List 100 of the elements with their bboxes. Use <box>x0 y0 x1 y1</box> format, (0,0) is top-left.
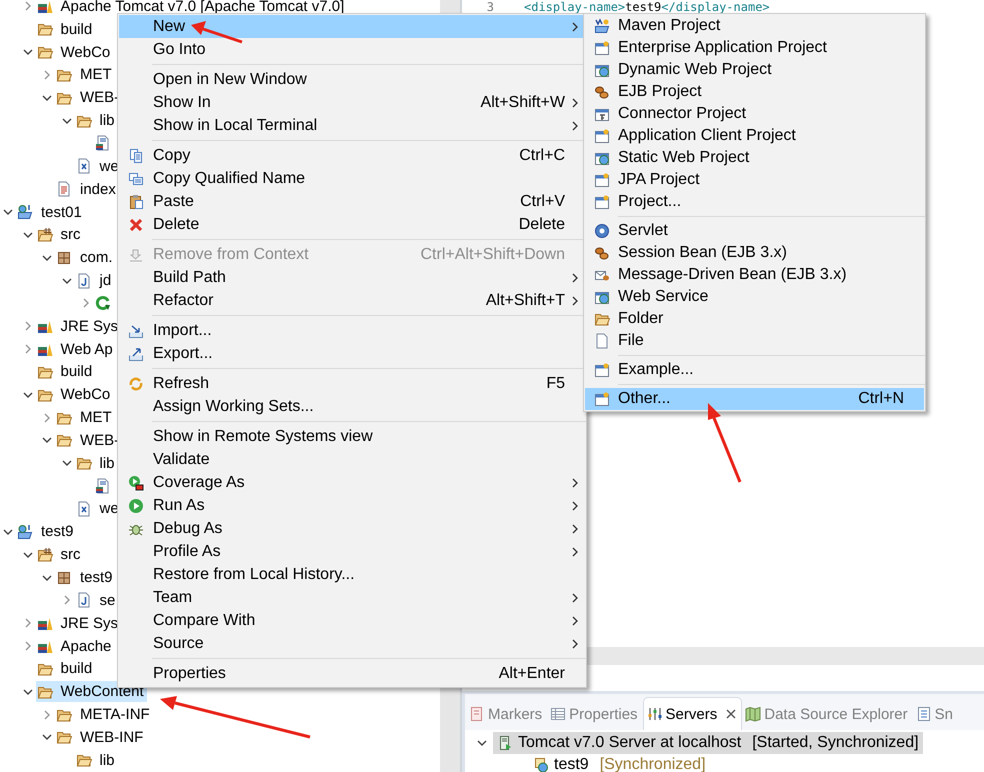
menu-item[interactable]: Other... Ctrl+N <box>585 388 924 410</box>
jar-file-icon <box>95 478 111 494</box>
tree-item[interactable]: lib <box>74 750 118 771</box>
tree-item[interactable]: lib <box>74 110 118 132</box>
server-tree-item[interactable]: Tomcat v7.0 Server at localhost [Started, Synchronized] <box>493 732 923 754</box>
tree-item[interactable]: Apache Tomcat v7.0 [Apache Tomcat v7.0] <box>36 0 348 17</box>
menu-item[interactable]: Application Client Project <box>585 125 924 147</box>
tree-item[interactable]: jd <box>74 270 114 292</box>
menu-item[interactable]: Delete Delete <box>119 213 585 236</box>
menu-item[interactable]: Copy Qualified Name <box>119 167 585 190</box>
menu-item-label: Message-Driven Bean (EJB 3.x) <box>618 266 847 284</box>
tree-item[interactable]: META-INF <box>55 704 153 726</box>
panel-tab[interactable]: Properties <box>547 698 643 730</box>
tree-item[interactable]: index <box>55 178 119 200</box>
tree-item[interactable]: MET <box>55 64 115 86</box>
panel-tab[interactable]: Servers <box>642 697 742 730</box>
tree-item[interactable]: JRE Sys <box>36 612 122 634</box>
tree-item[interactable]: WebContent <box>36 681 147 702</box>
menu-item[interactable]: Refactor Alt+Shift+T <box>119 289 585 312</box>
panel-tab[interactable]: Data Source Explorer <box>742 698 913 730</box>
menu-item[interactable]: Go Into <box>119 38 585 61</box>
menu-item[interactable]: Restore from Local History... <box>119 563 585 586</box>
menu-item[interactable]: New <box>119 15 585 38</box>
project-folder-icon <box>17 204 33 220</box>
tree-item[interactable]: test9 <box>55 567 116 588</box>
tree-item[interactable]: WEB-INF <box>55 726 146 748</box>
map-icon <box>745 706 762 722</box>
tree-item[interactable]: se <box>74 590 118 611</box>
tree-item[interactable]: JRE Sys <box>36 316 122 337</box>
menu-item-label: New <box>153 18 186 36</box>
close-icon[interactable] <box>726 709 736 719</box>
menu-item[interactable]: Session Bean (EJB 3.x) <box>585 242 924 264</box>
menu-item[interactable]: Web Service <box>585 286 924 308</box>
server-tree-item[interactable]: test9 [Synchronized] <box>529 754 710 772</box>
menu-item[interactable]: Refresh F5 <box>119 372 585 395</box>
menu-item-label: Profile As <box>153 542 221 560</box>
tree-item[interactable]: build <box>36 361 96 382</box>
tree-item[interactable]: Apache <box>36 636 114 657</box>
menu-item-label: Refresh <box>153 374 210 392</box>
beans-icon <box>594 245 610 261</box>
menu-item[interactable]: Dynamic Web Project <box>585 59 924 81</box>
menu-item[interactable]: Export... <box>119 342 585 365</box>
tree-item-label: build <box>60 662 92 676</box>
menu-item[interactable]: Maven Project <box>585 15 924 37</box>
menu-item[interactable]: Debug As <box>119 517 585 540</box>
tree-item[interactable]: lib <box>74 452 118 474</box>
panel-tab[interactable]: Markers <box>466 698 548 730</box>
tab-label: Markers <box>488 706 542 722</box>
folder-icon <box>594 311 610 327</box>
menu-item-label: Properties <box>153 664 226 682</box>
menu-item[interactable]: Assign Working Sets... <box>119 395 585 418</box>
menu-item[interactable]: Copy Ctrl+C <box>119 144 585 167</box>
tree-item-label: WebCo <box>60 46 110 59</box>
menu-item[interactable]: Connector Project <box>585 103 924 125</box>
menu-item[interactable]: Enterprise Application Project <box>585 37 924 59</box>
panel-tab[interactable]: Sn <box>912 698 958 730</box>
tree-item[interactable]: src <box>36 544 84 566</box>
server-tree-label: test9 <box>554 756 589 772</box>
tree-item[interactable]: build <box>36 658 96 680</box>
menu-item[interactable]: Run As <box>119 494 585 517</box>
menu-item[interactable]: Import... <box>119 319 585 342</box>
menu-item[interactable]: Project... <box>585 191 924 213</box>
tree-item[interactable]: WebCo <box>36 42 114 63</box>
tree-item[interactable]: test9 <box>16 521 77 542</box>
window-icon <box>594 362 610 378</box>
folder-icon <box>36 44 52 60</box>
menu-item[interactable]: Source <box>119 632 585 655</box>
tree-item[interactable]: test01 <box>16 202 85 223</box>
tree-item[interactable]: build <box>36 18 96 40</box>
shortcut-label: Alt+Shift+W <box>480 94 565 112</box>
menu-item[interactable]: Paste Ctrl+V <box>119 190 585 213</box>
menu-item-label: Application Client Project <box>618 127 796 145</box>
menu-item[interactable]: Compare With <box>119 609 585 632</box>
menu-item[interactable]: File <box>585 330 924 352</box>
menu-item[interactable]: Profile As <box>119 540 585 563</box>
menu-item[interactable]: Team <box>119 586 585 609</box>
menu-item[interactable]: Servlet <box>585 220 924 242</box>
tree-item[interactable]: MET <box>55 407 115 428</box>
shortcut-label: Ctrl+C <box>518 146 565 164</box>
tree-item[interactable]: com. <box>55 247 116 268</box>
status-label: [Synchronized] <box>600 756 706 772</box>
server-tree-label: Tomcat v7.0 Server at localhost <box>518 734 742 752</box>
menu-item[interactable]: Example... <box>585 359 924 381</box>
coverage-icon <box>128 474 144 490</box>
menu-item[interactable]: Validate <box>119 448 585 471</box>
menu-item-label: Team <box>153 588 192 606</box>
menu-item-label: Folder <box>618 310 664 328</box>
menu-item[interactable]: EJB Project <box>585 81 924 103</box>
menu-item[interactable]: Show in Local Terminal <box>119 114 585 137</box>
menu-item[interactable]: Message-Driven Bean (EJB 3.x) <box>585 264 924 286</box>
copy-icon <box>128 170 144 186</box>
tree-item[interactable]: src <box>36 224 84 246</box>
menu-item[interactable]: Static Web Project <box>585 147 924 169</box>
menu-item[interactable]: Build Path <box>119 266 585 289</box>
menu-item[interactable]: Coverage As <box>119 471 585 494</box>
tree-item-label: src <box>60 548 80 562</box>
tree-item[interactable]: Web Ap <box>36 338 116 360</box>
menu-item[interactable]: JPA Project <box>585 169 924 191</box>
tree-item[interactable]: WebCo <box>36 384 114 406</box>
menu-item[interactable]: Folder <box>585 308 924 330</box>
